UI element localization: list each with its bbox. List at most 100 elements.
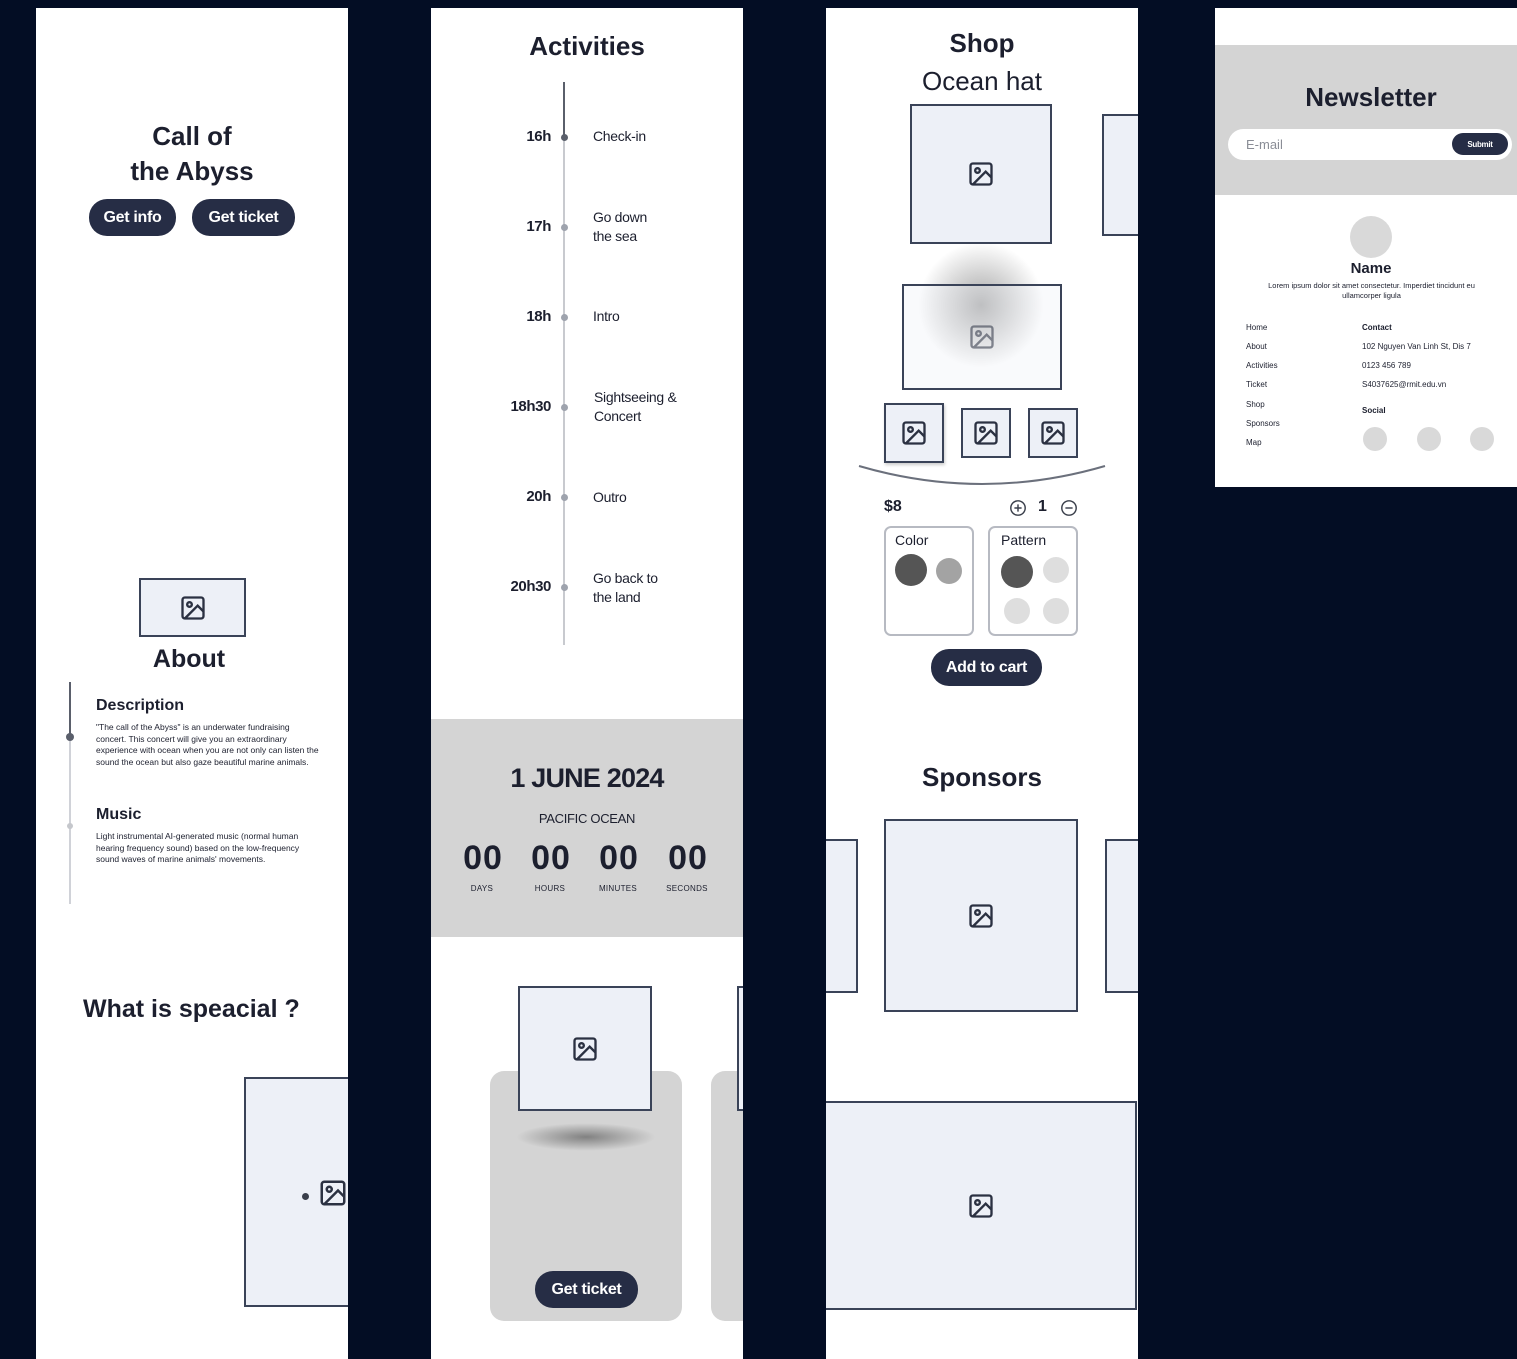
color-swatch-grey[interactable] (936, 558, 962, 584)
color-label: Color (895, 532, 929, 548)
shop-heading: Shop (949, 28, 1015, 58)
sponsor-image-next (1105, 839, 1138, 993)
footer-nav-home[interactable]: Home (1246, 323, 1267, 332)
countdown-seconds-label: SECONDS (666, 884, 708, 893)
panel-footer: Newsletter E-mail Submit Name Lorem ipsu… (1215, 8, 1517, 487)
product-thumbnail[interactable] (1028, 408, 1078, 458)
activity-dot (561, 314, 568, 321)
product-preview-image (902, 284, 1062, 390)
activity-label: Go back to the land (593, 570, 658, 605)
activity-dot (561, 584, 568, 591)
special-image-placeholder (244, 1077, 348, 1307)
social-heading: Social (1362, 406, 1386, 415)
countdown-section: 1 JUNE 2024 PACIFIC OCEAN 00 00 00 00 DA… (431, 719, 743, 937)
pattern-swatch-light[interactable] (1043, 557, 1069, 583)
image-icon (969, 162, 993, 186)
about-timeline-dot (66, 733, 74, 741)
product-thumbnail[interactable] (884, 403, 944, 463)
footer-nav-about[interactable]: About (1246, 342, 1267, 351)
activities-heading: Activities (529, 31, 645, 61)
newsletter-heading: Newsletter (1305, 82, 1437, 112)
get-info-button[interactable]: Get info (89, 199, 176, 236)
social-icon[interactable] (1363, 427, 1387, 451)
activity-time: 16h (526, 128, 551, 145)
footer-nav-map[interactable]: Map (1246, 438, 1262, 447)
plus-icon[interactable] (1009, 499, 1027, 517)
event-date: 1 JUNE 2024 (510, 763, 664, 793)
footer-nav-shop[interactable]: Shop (1246, 400, 1265, 409)
product-thumbnail[interactable] (961, 408, 1011, 458)
product-name: Ocean hat (922, 66, 1042, 96)
pattern-selector: Pattern (988, 526, 1078, 636)
hero-title-line1: Call of (152, 121, 232, 151)
email-placeholder: E-mail (1246, 137, 1283, 152)
activity-label: Outro (593, 489, 627, 505)
activities-timeline-line (563, 82, 565, 645)
image-icon (902, 421, 926, 445)
countdown-hours: 00 (531, 839, 571, 877)
image-icon (968, 1193, 993, 1218)
activity-label: Intro (593, 308, 620, 324)
about-image-placeholder (139, 578, 246, 637)
ticket-image-placeholder (518, 986, 652, 1111)
social-icon[interactable] (1417, 427, 1441, 451)
countdown-seconds: 00 (668, 839, 708, 877)
activity-label: Sightseeing & Concert (594, 389, 677, 424)
get-ticket-button[interactable]: Get ticket (192, 199, 295, 236)
contact-address: 102 Nguyen Van Linh St, Dis 7 (1362, 342, 1471, 351)
countdown-hours-label: HOURS (534, 884, 566, 893)
about-timeline-dot (67, 823, 73, 829)
activity-dot (561, 134, 568, 141)
sponsor-image-prev (826, 839, 858, 993)
description-title: Description (96, 697, 185, 714)
about-timeline-active (69, 682, 71, 737)
panel-activities: Activities 16h Check-in 17h Go down the … (431, 8, 743, 1359)
about-heading: About (152, 645, 226, 673)
activity-dot (561, 404, 568, 411)
social-icon[interactable] (1470, 427, 1494, 451)
image-icon (320, 1180, 346, 1206)
image-icon (970, 325, 994, 349)
activity-dot (561, 224, 568, 231)
footer-nav-sponsors[interactable]: Sponsors (1246, 419, 1280, 428)
footer-nav-ticket[interactable]: Ticket (1246, 380, 1267, 389)
panel-shop: Shop Ocean hat $8 1 Color Pattern Add to… (826, 8, 1138, 1359)
minus-icon[interactable] (1060, 499, 1078, 517)
color-selector: Color (884, 526, 974, 636)
countdown-minutes-label: MINUTES (598, 884, 638, 893)
hero-title-line2: the Abyss (130, 156, 254, 186)
image-icon (969, 903, 993, 928)
color-swatch-dark[interactable] (895, 554, 927, 586)
pattern-swatch-dark[interactable] (1001, 556, 1033, 588)
activities-timeline-active (563, 82, 565, 137)
music-title: Music (96, 806, 142, 823)
activity-time: 20h30 (510, 578, 551, 595)
footer-nav-activities[interactable]: Activities (1246, 361, 1278, 370)
email-field[interactable]: E-mail Submit (1228, 129, 1512, 160)
image-icon (1041, 421, 1065, 445)
description-text: "The call of the Abyss" is an underwater… (96, 722, 319, 767)
countdown-days: 00 (463, 839, 503, 877)
contact-email[interactable]: S4037625@rmit.edu.vn (1362, 380, 1446, 389)
pattern-swatch-light[interactable] (1043, 598, 1069, 624)
submit-button[interactable]: Submit (1452, 133, 1508, 155)
product-price: $8 (884, 498, 902, 515)
contact-phone: 0123 456 789 (1362, 361, 1411, 370)
wireframe-canvas: Call of the Abyss Get info Get ticket Ab… (0, 0, 1517, 1359)
map-image (826, 1101, 1137, 1310)
get-ticket-button[interactable]: Get ticket (535, 1271, 638, 1308)
profile-bio: Lorem ipsum dolor sit amet consectetur. … (1268, 281, 1475, 300)
sponsor-image (884, 819, 1078, 1012)
activity-dot (561, 494, 568, 501)
music-text: Light instrumental AI-generated music (n… (96, 831, 300, 864)
contact-heading: Contact (1362, 323, 1392, 332)
pattern-swatch-light[interactable] (1004, 598, 1030, 624)
product-image-next (1102, 114, 1138, 236)
add-to-cart-button[interactable]: Add to cart (931, 649, 1042, 686)
activity-time: 18h (526, 308, 551, 325)
product-main-image (910, 104, 1052, 244)
activity-time: 20h (526, 488, 551, 505)
activity-label: Go down the sea (593, 209, 647, 244)
carousel-dot (302, 1193, 309, 1200)
newsletter-section: Newsletter E-mail Submit (1215, 45, 1517, 195)
